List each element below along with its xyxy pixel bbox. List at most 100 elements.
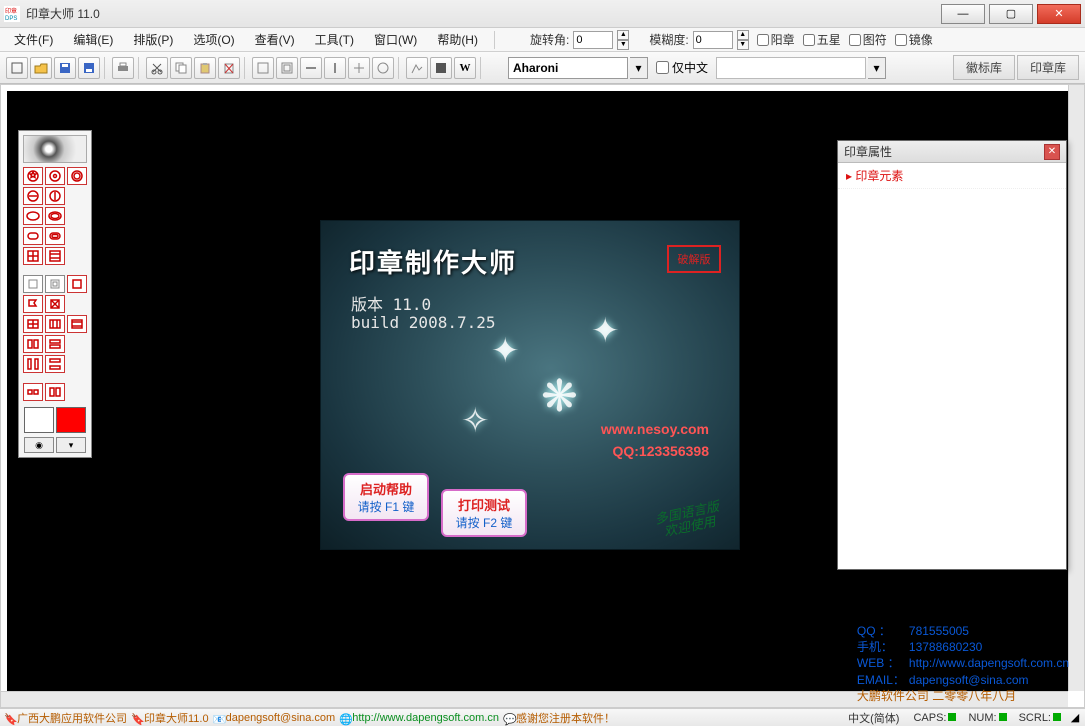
svg-text:印章: 印章	[5, 7, 17, 15]
shape-ellipse-a[interactable]	[23, 207, 43, 225]
shape-split-a[interactable]	[23, 335, 43, 353]
minimize-button[interactable]: —	[941, 4, 985, 24]
copy-button[interactable]	[170, 57, 192, 79]
shape-ring-a[interactable]	[23, 187, 43, 205]
splash-stamp-mark: 破解版	[667, 245, 721, 273]
new-button[interactable]	[6, 57, 28, 79]
splash-title: 印章制作大师	[349, 243, 517, 280]
shape-ellipse-b[interactable]	[45, 207, 65, 225]
fg-color-swatch[interactable]	[56, 407, 86, 433]
menu-help[interactable]: 帮助(H)	[429, 29, 486, 50]
vertical-scrollbar[interactable]	[1068, 85, 1084, 691]
tool-f[interactable]	[372, 57, 394, 79]
bg-color-swatch[interactable]	[24, 407, 54, 433]
splash-version: 版本 11.0	[351, 291, 431, 315]
rotate-label: 旋转角:	[530, 31, 569, 48]
properties-panel[interactable]: 印章属性 ✕ 印章元素	[837, 140, 1067, 570]
tool-palette[interactable]: ◉ ▾	[18, 130, 92, 458]
tool-c[interactable]	[300, 57, 322, 79]
menu-layout[interactable]: 排版(P)	[125, 29, 181, 50]
contact-email[interactable]: dapengsoft@sina.com	[909, 673, 1029, 687]
shape-round-rect-a[interactable]	[23, 227, 43, 245]
shape-flag[interactable]	[23, 295, 43, 313]
blur-input[interactable]	[693, 31, 733, 49]
rotate-up[interactable]: ▲	[617, 30, 629, 40]
blur-up[interactable]: ▲	[737, 30, 749, 40]
shape-split-b[interactable]	[45, 335, 65, 353]
print-button[interactable]	[112, 57, 134, 79]
tool-w[interactable]: W	[454, 57, 476, 79]
menu-tools[interactable]: 工具(T)	[307, 29, 362, 50]
tool-g[interactable]	[406, 57, 428, 79]
check-star[interactable]: 五星	[803, 31, 841, 48]
palette-mini-a[interactable]: ◉	[24, 437, 54, 453]
menu-edit[interactable]: 编辑(E)	[65, 29, 121, 50]
check-yang[interactable]: 阳章	[757, 31, 795, 48]
properties-close-icon[interactable]: ✕	[1044, 144, 1060, 160]
shape-flag-b[interactable]	[45, 295, 65, 313]
contact-web[interactable]: http://www.dapengsoft.com.cn	[909, 656, 1069, 670]
shape-double-circle[interactable]	[67, 167, 87, 185]
shape-table-c[interactable]	[67, 315, 87, 333]
resize-grip-icon[interactable]: ◢	[1069, 711, 1081, 724]
status-ime[interactable]: 中文(简体)	[848, 710, 899, 726]
paste-button[interactable]	[194, 57, 216, 79]
status-email[interactable]: 📧dapengsoft@sina.com	[213, 712, 336, 724]
rotate-down[interactable]: ▼	[617, 40, 629, 50]
check-mirror[interactable]: 镜像	[895, 31, 933, 48]
splash-print-test-button[interactable]: 打印测试 请按 F2 键	[441, 489, 527, 537]
menu-view[interactable]: 查看(V)	[247, 29, 303, 50]
shape-round-rect-b[interactable]	[45, 227, 65, 245]
font-dropdown-icon[interactable]: ▾	[630, 57, 648, 79]
tool-e[interactable]	[348, 57, 370, 79]
preview-box[interactable]	[716, 57, 866, 79]
shape-table-a[interactable]	[23, 315, 43, 333]
tab-logo-library[interactable]: 徽标库	[953, 55, 1015, 80]
shape-circle-star[interactable]	[23, 167, 43, 185]
shape-ring-b[interactable]	[45, 187, 65, 205]
splash-welcome: 多国语言版 欢迎使用	[654, 500, 724, 541]
shape-circle-dot[interactable]	[45, 167, 65, 185]
status-url[interactable]: 🌐http://www.dapengsoft.com.cn	[339, 712, 499, 724]
contact-qq: 781555005	[909, 624, 969, 638]
tab-stamp-library[interactable]: 印章库	[1017, 55, 1079, 80]
status-company[interactable]: 🔖广西大鹏应用软件公司	[4, 710, 127, 726]
close-button[interactable]: ✕	[1037, 4, 1081, 24]
properties-section[interactable]: 印章元素	[838, 163, 1066, 189]
shape-square-c[interactable]	[67, 275, 87, 293]
shape-grid[interactable]	[23, 247, 43, 265]
shape-grid-b[interactable]	[45, 247, 65, 265]
check-symbol[interactable]: 图符	[849, 31, 887, 48]
font-select[interactable]: Aharoni	[508, 57, 628, 79]
open-button[interactable]	[30, 57, 52, 79]
menu-options[interactable]: 选项(O)	[185, 29, 242, 50]
palette-mini-b[interactable]: ▾	[56, 437, 86, 453]
tool-b[interactable]	[276, 57, 298, 79]
splash-screen: 印章制作大师 版本 11.0 build 2008.7.25 破解版 ✦ ❋ ✧…	[320, 220, 740, 550]
rotate-input[interactable]	[573, 31, 613, 49]
menu-file[interactable]: 文件(F)	[6, 29, 61, 50]
tool-h[interactable]	[430, 57, 452, 79]
shape-row-a[interactable]	[23, 383, 43, 401]
shape-col-b[interactable]	[45, 355, 65, 373]
shape-square[interactable]	[23, 275, 43, 293]
status-product[interactable]: 🔖印章大师11.0	[131, 710, 209, 726]
delete-button[interactable]	[218, 57, 240, 79]
saveas-button[interactable]	[78, 57, 100, 79]
preview-dropdown-icon[interactable]: ▾	[868, 57, 886, 79]
cut-button[interactable]	[146, 57, 168, 79]
shape-table-b[interactable]	[45, 315, 65, 333]
only-chinese-check[interactable]: 仅中文	[656, 59, 708, 76]
tool-a[interactable]	[252, 57, 274, 79]
menu-window[interactable]: 窗口(W)	[366, 29, 425, 50]
shape-row-b[interactable]	[45, 383, 65, 401]
tool-d[interactable]	[324, 57, 346, 79]
status-register[interactable]: 💬感谢您注册本软件！	[503, 710, 615, 726]
maximize-button[interactable]: ▢	[989, 4, 1033, 24]
shape-square-b[interactable]	[45, 275, 65, 293]
splash-help-button[interactable]: 启动帮助 请按 F1 键	[343, 473, 429, 521]
shape-col-a[interactable]	[23, 355, 43, 373]
save-button[interactable]	[54, 57, 76, 79]
blur-down[interactable]: ▼	[737, 40, 749, 50]
statusbar: 🔖广西大鹏应用软件公司 🔖印章大师11.0 📧dapengsoft@sina.c…	[0, 708, 1085, 726]
